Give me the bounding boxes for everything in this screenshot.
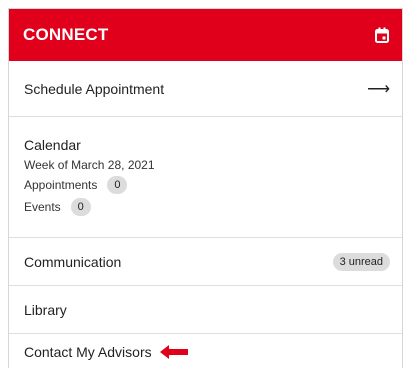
arrow-right-icon[interactable]: ⟶ <box>367 79 390 99</box>
calendar-item[interactable]: Calendar Week of March 28, 2021 Appointm… <box>9 117 402 238</box>
events-count-badge: 0 <box>70 198 91 216</box>
unread-badge: 3 unread <box>332 252 390 271</box>
library-label: Library <box>24 301 67 318</box>
calendar-label: Calendar <box>24 137 81 153</box>
communication-label: Communication <box>24 253 122 270</box>
schedule-appointment-label: Schedule Appointment <box>24 80 165 97</box>
appointments-label: Appointments <box>24 178 98 192</box>
appointments-count-badge: 0 <box>107 176 128 194</box>
card-header: CONNECT <box>9 9 402 61</box>
appointments-line: Appointments 0 <box>24 174 128 196</box>
events-label: Events <box>24 200 61 214</box>
events-line: Events 0 <box>24 196 91 218</box>
calendar-week: Week of March 28, 2021 <box>24 158 155 172</box>
connect-card: CONNECT Schedule Appointment ⟶ Calendar … <box>8 8 403 368</box>
contact-advisors-label: Contact My Advisors <box>24 344 152 360</box>
communication-item[interactable]: Communication 3 unread <box>9 238 402 286</box>
red-arrow-icon <box>152 345 188 359</box>
library-item[interactable]: Library <box>9 286 402 334</box>
card-title: CONNECT <box>23 25 109 44</box>
calendar-icon[interactable] <box>374 27 390 44</box>
contact-advisors-item[interactable]: Contact My Advisors <box>9 334 402 370</box>
schedule-appointment-item[interactable]: Schedule Appointment ⟶ <box>9 61 402 117</box>
